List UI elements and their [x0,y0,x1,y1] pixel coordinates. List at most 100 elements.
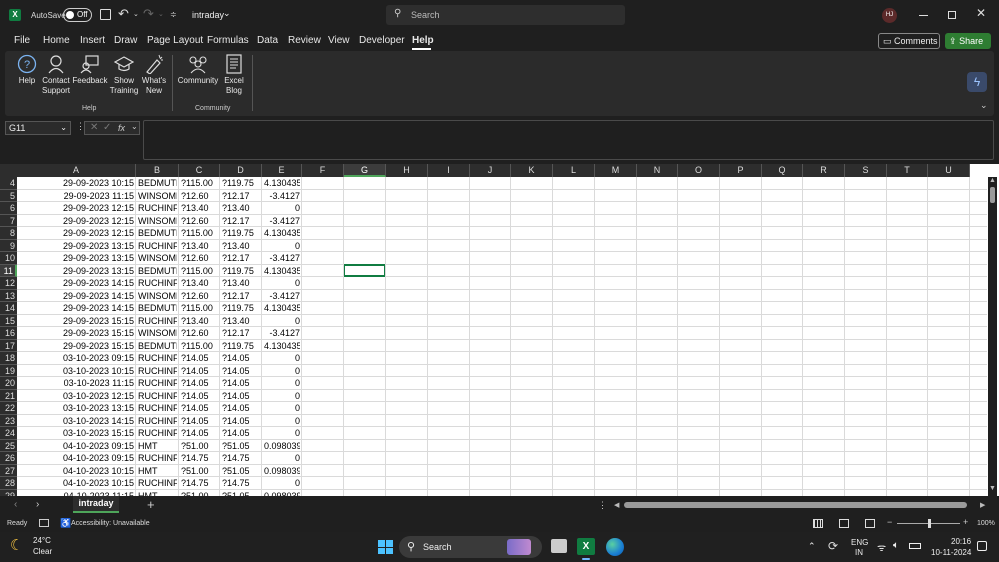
table-cell[interactable]: ?14.05 [222,427,260,440]
column-header-q[interactable]: Q [762,164,803,177]
table-cell[interactable]: BEDMUTH. [138,265,177,278]
row-header[interactable]: 26 [0,452,17,465]
table-cell[interactable]: ?51.05 [222,465,260,478]
table-cell[interactable]: 0 [264,315,300,328]
table-cell[interactable]: 29-09-2023 12:15 [19,227,134,240]
table-cell[interactable]: ?115.00 [181,177,218,190]
table-cell[interactable]: ?12.60 [181,252,218,265]
table-cell[interactable]: 0 [264,390,300,403]
zoom-level[interactable]: 100% [977,520,995,527]
table-cell[interactable]: 0 [264,427,300,440]
column-header-d[interactable]: D [220,164,262,177]
excel-taskbar-icon[interactable]: X [577,538,595,555]
sheet-options-icon[interactable]: ⋮ [598,500,607,511]
table-cell[interactable]: RUCHINFF [138,452,177,465]
confirm-entry-icon[interactable]: ✓ [103,122,111,133]
row-header[interactable]: 23 [0,414,17,427]
name-box[interactable]: G11 ⌄ [5,121,71,135]
table-cell[interactable]: 29-09-2023 15:15 [19,340,134,353]
row-header[interactable]: 7 [0,214,17,227]
row-header[interactable]: 24 [0,427,17,440]
table-cell[interactable]: 4.130435 [264,227,300,240]
table-cell[interactable]: ?14.05 [181,365,218,378]
table-cell[interactable]: 03-10-2023 13:15 [19,402,134,415]
column-header-a[interactable]: A [17,164,136,177]
column-header-g[interactable]: G [344,164,386,177]
table-cell[interactable]: 0 [264,240,300,253]
next-sheet-arrow-icon[interactable]: › [36,499,39,510]
table-cell[interactable]: RUCHINFF [138,377,177,390]
table-cell[interactable]: ?12.60 [181,327,218,340]
table-cell[interactable]: HMT [138,465,177,478]
notification-icon[interactable] [977,541,987,551]
table-cell[interactable]: WINSOME [138,252,177,265]
menu-page-layout[interactable]: Page Layout [147,35,203,46]
table-cell[interactable]: 04-10-2023 10:15 [19,465,134,478]
table-cell[interactable]: ?119.75 [222,302,260,315]
table-cell[interactable]: 0 [264,365,300,378]
table-cell[interactable]: ?12.17 [222,252,260,265]
row-header[interactable]: 8 [0,227,17,240]
table-cell[interactable]: BEDMUTH. [138,227,177,240]
table-cell[interactable]: ?13.40 [222,315,260,328]
vertical-scroll-thumb[interactable] [990,187,995,203]
table-cell[interactable]: 0 [264,377,300,390]
table-cell[interactable]: RUCHINFF [138,315,177,328]
column-header-j[interactable]: J [470,164,511,177]
table-cell[interactable]: WINSOME [138,327,177,340]
table-cell[interactable]: 0 [264,352,300,365]
row-header[interactable]: 10 [0,252,17,265]
table-cell[interactable]: ?12.60 [181,190,218,203]
table-cell[interactable]: ?12.17 [222,327,260,340]
table-cell[interactable]: 4.130435 [264,302,300,315]
table-cell[interactable]: 04-10-2023 10:15 [19,477,134,490]
column-header-o[interactable]: O [678,164,720,177]
table-cell[interactable]: -3.4127 [264,215,300,228]
table-cell[interactable]: ?14.05 [181,427,218,440]
row-header[interactable]: 17 [0,339,17,352]
row-header[interactable]: 19 [0,364,17,377]
column-header-c[interactable]: C [179,164,220,177]
column-header-u[interactable]: U [928,164,970,177]
undo-icon[interactable]: ↶ [118,6,129,22]
table-cell[interactable]: 29-09-2023 14:15 [19,290,134,303]
comments-button[interactable]: ▭ Comments [878,33,940,49]
vertical-scrollbar[interactable]: ▲ ▼ [988,177,997,496]
help-button[interactable]: ? Help [16,54,38,86]
column-header-p[interactable]: P [720,164,762,177]
table-cell[interactable]: ?12.60 [181,290,218,303]
menu-view[interactable]: View [328,35,350,46]
menu-file[interactable]: File [14,35,30,46]
table-cell[interactable]: ?13.40 [181,202,218,215]
table-cell[interactable]: 29-09-2023 14:15 [19,302,134,315]
file-name[interactable]: intraday [192,10,224,20]
column-header-b[interactable]: B [136,164,179,177]
table-cell[interactable]: ?14.75 [222,452,260,465]
sync-icon[interactable]: ⟳ [828,539,838,553]
page-break-view-icon[interactable] [865,519,875,528]
scroll-up-arrow-icon[interactable]: ▲ [989,177,996,184]
feedback-button[interactable]: Feedback [72,54,108,86]
zoom-in-icon[interactable]: + [963,517,968,527]
table-cell[interactable]: ?13.40 [222,277,260,290]
table-cell[interactable]: ?119.75 [222,340,260,353]
table-cell[interactable]: ?14.05 [222,415,260,428]
add-sheet-button[interactable]: + [147,497,155,512]
table-cell[interactable]: -3.4127 [264,290,300,303]
table-cell[interactable]: WINSOME [138,215,177,228]
table-cell[interactable]: BEDMUTH. [138,340,177,353]
table-cell[interactable]: ?12.17 [222,215,260,228]
column-header-e[interactable]: E [262,164,302,177]
ribbon-collapse-chevron-icon[interactable]: ⌄ [980,100,988,111]
table-cell[interactable]: 03-10-2023 10:15 [19,365,134,378]
table-cell[interactable]: 03-10-2023 15:15 [19,427,134,440]
search-box[interactable]: ⚲ Search [386,5,625,25]
table-cell[interactable]: 0 [264,277,300,290]
copilot-icon[interactable]: ϟ [967,72,987,92]
autosave-toggle[interactable]: Off [63,8,92,22]
language-eng[interactable]: ENG [851,538,868,547]
table-cell[interactable]: ?14.75 [222,477,260,490]
row-header[interactable]: 27 [0,464,17,477]
normal-view-icon[interactable] [813,519,823,528]
filename-chevron-down-icon[interactable]: ⌄ [223,8,231,19]
